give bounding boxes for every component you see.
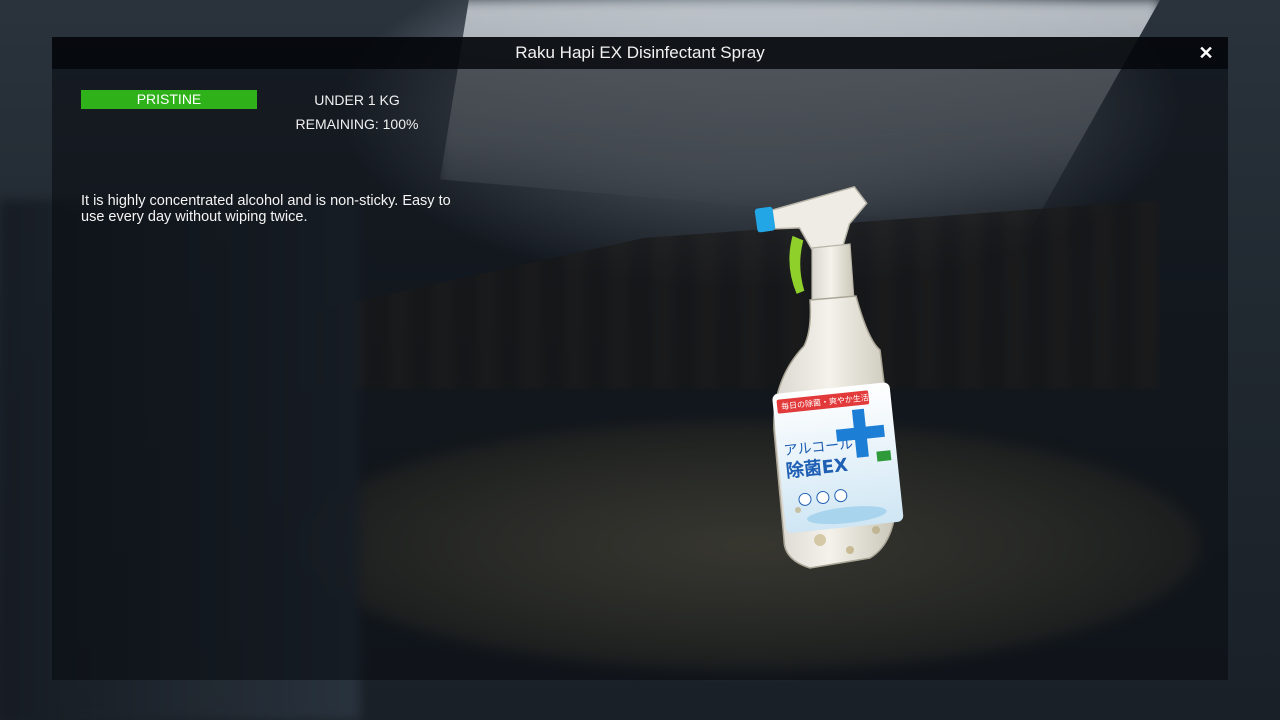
close-icon[interactable]: ✕ xyxy=(1194,41,1218,65)
item-description: It is highly concentrated alcohol and is… xyxy=(81,193,451,225)
condition-badge: PRISTINE xyxy=(81,90,257,109)
item-inspect-panel: Raku Hapi EX Disinfectant Spray ✕ PRISTI… xyxy=(52,37,1228,680)
title-bar: Raku Hapi EX Disinfectant Spray ✕ xyxy=(52,37,1228,69)
bottle-label: 毎日の除菌・爽やか生活。 アルコール 除菌EX xyxy=(772,382,904,533)
weight-label: UNDER 1 KG xyxy=(314,92,400,108)
item-title: Raku Hapi EX Disinfectant Spray xyxy=(515,43,765,62)
remaining-label: REMAINING: 100% xyxy=(295,116,419,132)
spray-bottle-image: 毎日の除菌・爽やか生活。 アルコール 除菌EX xyxy=(754,185,904,569)
